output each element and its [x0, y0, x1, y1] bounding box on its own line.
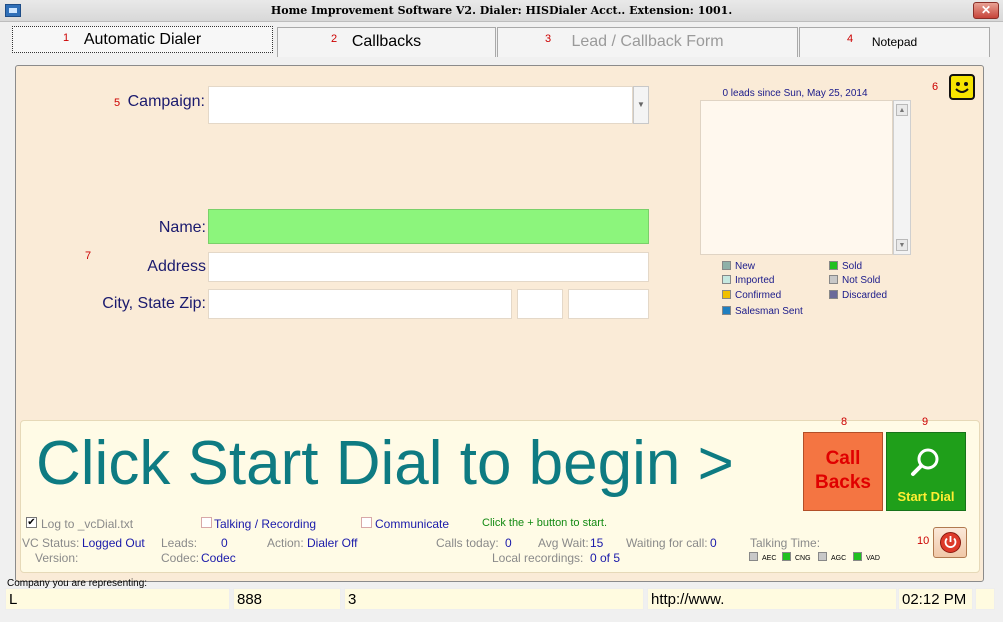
scroll-down-icon[interactable]: ▼ — [896, 239, 908, 251]
indicator-swatch — [853, 552, 862, 561]
action-label: Action: — [267, 536, 304, 550]
avg-wait-value: 15 — [590, 536, 604, 550]
indicator-agc: AGC — [818, 552, 846, 562]
legend-sold: Sold — [829, 261, 862, 272]
indicator-cng: CNG — [782, 552, 811, 562]
status-cell-url: http://www. — [647, 588, 897, 610]
legend-swatch — [829, 261, 838, 270]
legend-swatch — [829, 290, 838, 299]
callbacks-button-line1: Call — [825, 448, 861, 469]
callbacks-button-line2: Backs — [815, 472, 871, 493]
tab-notepad[interactable]: 4 Notepad — [799, 27, 990, 57]
legend-swatch — [722, 261, 731, 270]
leads-list[interactable] — [700, 100, 893, 255]
zip-field[interactable] — [568, 289, 649, 319]
city-field[interactable] — [208, 289, 512, 319]
codec-label: Codec: — [161, 551, 200, 565]
marker-7: 7 — [85, 250, 92, 262]
log-checkbox[interactable]: ✔ — [26, 517, 37, 528]
chevron-down-icon[interactable]: ▼ — [633, 86, 649, 124]
calls-today-label: Calls today: — [436, 536, 499, 550]
title-bar: Home Improvement Software V2. Dialer: HI… — [0, 0, 1003, 22]
status-cell-company: L — [5, 588, 230, 610]
legend-swatch — [722, 275, 731, 284]
name-label: Name: — [158, 219, 206, 236]
smiley-icon[interactable] — [949, 74, 975, 100]
waiting-label: Waiting for call: — [626, 536, 708, 550]
name-field[interactable] — [208, 209, 649, 244]
legend-discarded: Discarded — [829, 290, 887, 301]
tab-callbacks[interactable]: 2 Callbacks — [277, 27, 496, 57]
communicate-checkbox[interactable] — [361, 517, 372, 528]
campaign-select[interactable] — [208, 86, 633, 124]
tab-number: 2 — [331, 33, 338, 45]
legend-swatch — [829, 275, 838, 284]
version-label: Version: — [35, 551, 79, 565]
tab-label: Notepad — [871, 35, 918, 49]
legend-salesman-sent: Salesman Sent — [722, 306, 803, 317]
start-dial-button[interactable]: Start Dial — [886, 432, 966, 511]
address-field[interactable] — [208, 252, 649, 282]
indicator-swatch — [818, 552, 827, 561]
calls-today-value: 0 — [505, 536, 512, 550]
communicate-label: Communicate — [375, 517, 450, 531]
status-cell-3: 3 — [344, 588, 644, 610]
state-field[interactable] — [517, 289, 563, 319]
tab-automatic-dialer[interactable]: 1 Automatic Dialer — [12, 26, 273, 53]
vc-status-value: Logged Out — [82, 536, 145, 550]
local-recordings-label: Local recordings: — [492, 551, 584, 565]
magnifier-icon — [911, 448, 939, 476]
close-button[interactable]: ✕ — [973, 2, 999, 19]
leads-label: Leads: — [161, 536, 198, 550]
power-button[interactable] — [933, 527, 967, 558]
address-label: Address — [147, 258, 206, 275]
talking-recording-label: Talking / Recording — [214, 517, 317, 531]
start-hint: Click the + button to start. — [482, 517, 608, 529]
marker-8: 8 — [841, 416, 848, 428]
window-title: Home Improvement Software V2. Dialer: HI… — [270, 4, 733, 17]
tab-label: Automatic Dialer — [83, 31, 202, 48]
avg-wait-label: Avg Wait: — [538, 536, 589, 550]
tab-number: 4 — [847, 33, 854, 45]
campaign-label: Campaign: — [127, 93, 205, 110]
leads-caption: 0 leads since Sun, May 25, 2014 — [722, 88, 868, 99]
leads-scrollbar[interactable]: ▲ ▼ — [893, 100, 911, 255]
legend-confirmed: Confirmed — [722, 290, 781, 301]
tab-number: 3 — [545, 33, 552, 45]
legend-imported: Imported — [722, 275, 774, 286]
local-recordings-value: 0 of 5 — [590, 551, 621, 565]
callbacks-button[interactable]: Call Backs — [803, 432, 883, 511]
marker-9: 9 — [922, 416, 929, 428]
legend-swatch — [722, 306, 731, 315]
indicator-swatch — [782, 552, 791, 561]
action-value: Dialer Off — [307, 536, 358, 550]
talking-recording-checkbox[interactable] — [201, 517, 212, 528]
start-dial-label: Start Dial — [897, 489, 955, 504]
log-label: Log to _vcDial.txt — [41, 517, 134, 531]
waiting-value: 0 — [710, 536, 717, 550]
leads-value: 0 — [221, 536, 228, 550]
marker-6: 6 — [932, 81, 939, 93]
legend-new: New — [722, 261, 755, 272]
tab-lead-callback-form[interactable]: 3 Lead / Callback Form — [497, 27, 798, 57]
dialer-message: Click Start Dial to begin > — [36, 429, 734, 498]
tab-label: Lead / Callback Form — [571, 33, 724, 50]
vc-status-label: VC Status: — [22, 536, 80, 550]
status-cell-end — [975, 588, 995, 610]
codec-value: Codec — [201, 551, 236, 565]
indicator-vad: VAD — [853, 552, 880, 562]
tab-label: Callbacks — [351, 33, 422, 50]
legend-swatch — [722, 290, 731, 299]
status-cell-phone: 888 — [233, 588, 341, 610]
talking-time-label: Talking Time: — [750, 536, 821, 550]
city-state-zip-label: City, State Zip: — [102, 295, 206, 312]
status-cell-time: 02:12 PM — [898, 588, 973, 610]
power-icon — [940, 532, 961, 553]
indicator-swatch — [749, 552, 758, 561]
legend-not-sold: Not Sold — [829, 275, 880, 286]
marker-10: 10 — [917, 535, 930, 547]
scroll-up-icon[interactable]: ▲ — [896, 104, 908, 116]
tab-number: 1 — [63, 32, 70, 44]
indicator-aec: AEC — [749, 552, 776, 562]
